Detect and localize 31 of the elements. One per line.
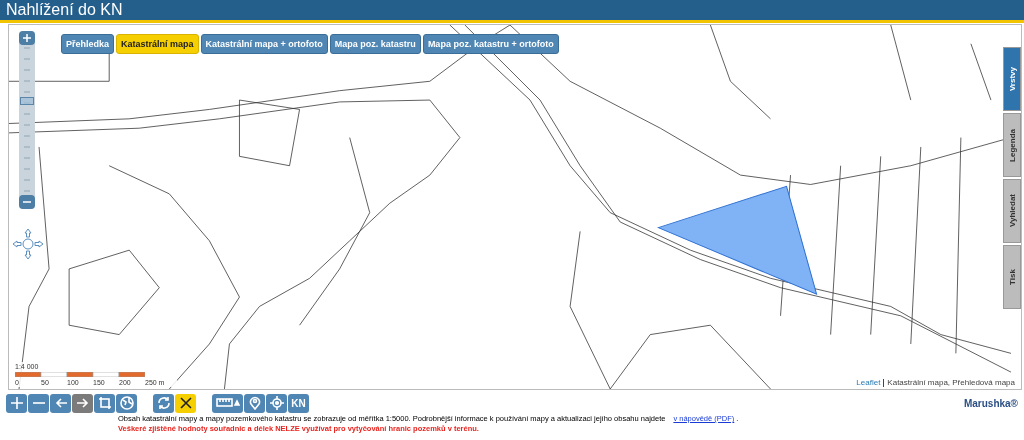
crosshair-icon xyxy=(269,396,284,410)
zoom-out-icon[interactable] xyxy=(19,195,35,209)
map-type-tab[interactable]: Mapa poz. katastru + ortofoto xyxy=(422,34,559,54)
window-title: Nahlížení do KN xyxy=(6,1,123,19)
pin-icon xyxy=(247,396,262,410)
side-panel-tab[interactable]: Legenda xyxy=(1003,113,1021,177)
map-type-tab[interactable]: Přehledka xyxy=(61,34,115,54)
side-panel-tab[interactable]: Vrstvy xyxy=(1003,47,1021,111)
zoom-in-icon xyxy=(9,396,24,410)
brand-logo-text: Marushka® xyxy=(963,397,1018,409)
zoom-handle[interactable] xyxy=(20,96,34,105)
ruler-icon xyxy=(215,396,240,410)
toolbar-button[interactable] xyxy=(175,393,196,413)
close-icon xyxy=(178,396,193,410)
leaflet-link[interactable]: Leaflet xyxy=(856,378,881,387)
selected-parcel[interactable] xyxy=(657,185,818,295)
zoom-slider[interactable] xyxy=(19,31,35,209)
refresh-icon xyxy=(156,396,171,410)
side-panel-tab[interactable]: Tisk xyxy=(1003,245,1021,309)
globe-icon xyxy=(119,396,134,410)
side-panel-tab[interactable]: Vyhledat xyxy=(1003,179,1021,243)
forward-arrow-icon xyxy=(75,396,90,410)
attribution-text: Katastrální mapa, Přehledová mapa xyxy=(887,378,1015,387)
zoom-in-icon[interactable] xyxy=(19,31,35,45)
kn-button[interactable]: KN xyxy=(288,393,309,413)
map-type-tab[interactable]: Katastrální mapa + ortofoto xyxy=(200,34,328,54)
map-type-tab[interactable]: Katastrální mapa xyxy=(116,34,199,54)
pan-arrows-icon[interactable] xyxy=(11,227,45,261)
frame-icon xyxy=(97,396,112,410)
map-type-tab[interactable]: Mapa poz. katastru xyxy=(329,34,421,54)
back-arrow-icon xyxy=(53,396,68,410)
